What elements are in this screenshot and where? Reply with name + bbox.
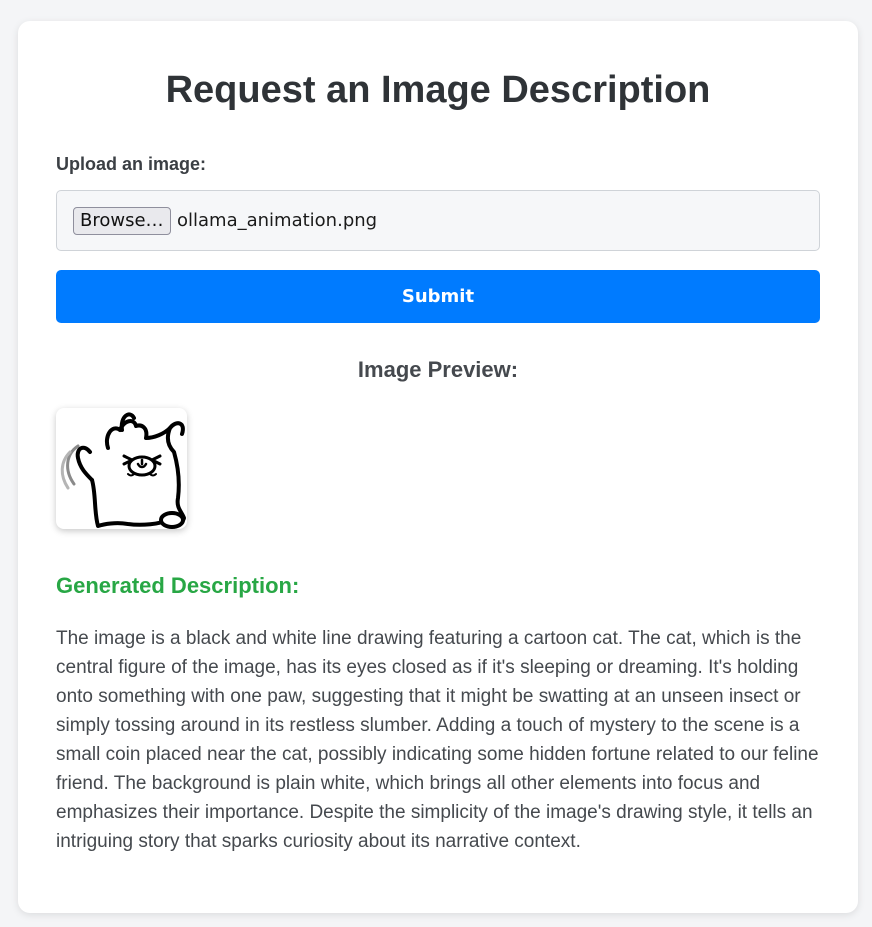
page-title: Request an Image Description bbox=[165, 69, 711, 111]
preview-heading: Image Preview: bbox=[357, 357, 519, 382]
request-card: Request an Image Description Upload an i… bbox=[18, 21, 858, 913]
submit-button[interactable]: Submit bbox=[56, 270, 820, 323]
selected-file-name: ollama_animation.png bbox=[177, 210, 378, 231]
image-preview bbox=[56, 408, 187, 529]
description-heading: Generated Description: bbox=[56, 573, 300, 598]
description-text: The image is a black and white line draw… bbox=[56, 628, 819, 852]
browse-button[interactable]: Browse… bbox=[73, 207, 171, 235]
cartoon-llama-drawing bbox=[60, 412, 186, 529]
file-input[interactable]: Browse… ollama_animation.png bbox=[56, 190, 820, 251]
upload-label: Upload an image: bbox=[56, 154, 207, 174]
